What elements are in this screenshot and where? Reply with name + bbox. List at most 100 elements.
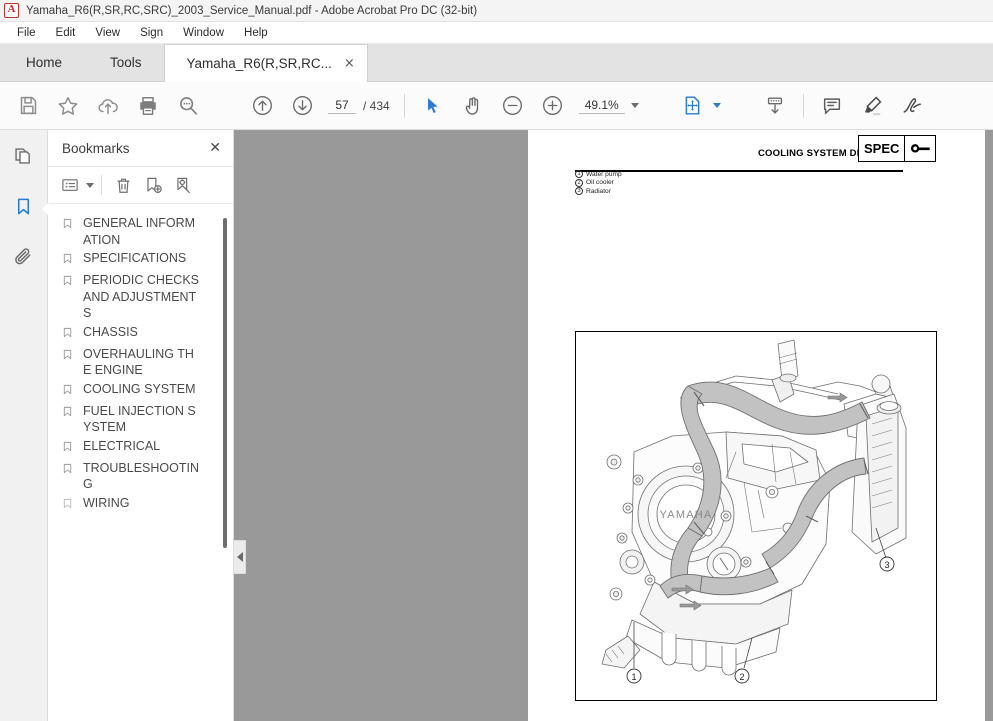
menu-item-file[interactable]: File bbox=[7, 25, 46, 41]
bookmark-options-chevron-down-icon[interactable] bbox=[86, 182, 94, 188]
bookmark-label: FUEL INJECTION SYSTEM bbox=[83, 403, 196, 435]
bookmark-label: OVERHAULING THE ENGINE bbox=[83, 346, 194, 378]
fit-page-button[interactable] bbox=[673, 86, 713, 126]
delete-bookmark-button[interactable] bbox=[109, 171, 137, 199]
bookmark-item-fuel-injection-system[interactable]: FUEL INJECTION SYSTEM bbox=[48, 402, 233, 437]
legend-text: Oil cooler bbox=[586, 179, 614, 187]
collapse-panel-button[interactable] bbox=[234, 540, 246, 574]
bookmarks-toolbar bbox=[48, 166, 233, 204]
legend-number: 3 bbox=[575, 187, 583, 196]
chevron-down-icon[interactable] bbox=[630, 103, 639, 108]
menu-item-edit[interactable]: Edit bbox=[46, 25, 86, 41]
bookmark-flag-icon bbox=[62, 252, 75, 270]
menu-item-view[interactable]: View bbox=[85, 25, 130, 41]
bookmarks-scrollbar[interactable] bbox=[221, 210, 229, 721]
close-icon[interactable]: × bbox=[344, 57, 355, 70]
bookmarks-header: Bookmarks ✕ bbox=[48, 130, 233, 166]
callout-2: 2 bbox=[739, 672, 744, 682]
bookmark-label: TROUBLESHOOTING bbox=[83, 460, 199, 492]
select-tool-button[interactable] bbox=[413, 86, 453, 126]
bookmark-flag-icon bbox=[62, 274, 75, 292]
menu-item-window[interactable]: Window bbox=[173, 25, 234, 41]
bookmark-options-button[interactable] bbox=[56, 171, 84, 199]
window-title: Yamaha_R6(R,SR,RC,SRC)_2003_Service_Manu… bbox=[26, 4, 478, 17]
bookmark-item-periodic-checks-and-adjustments[interactable]: PERIODIC CHECKS AND ADJUSTMENTS bbox=[48, 271, 233, 323]
sign-button[interactable] bbox=[892, 86, 932, 126]
tab-tools[interactable]: Tools bbox=[88, 43, 164, 81]
bookmark-item-cooling-system[interactable]: COOLING SYSTEM bbox=[48, 380, 233, 402]
menu-bar: File Edit View Sign Window Help bbox=[0, 22, 993, 44]
page-thumbnails-button[interactable] bbox=[7, 142, 41, 176]
title-bar: Yamaha_R6(R,SR,RC,SRC)_2003_Service_Manu… bbox=[0, 0, 993, 22]
page-number-input[interactable] bbox=[328, 97, 356, 114]
bookmarks-icon bbox=[14, 196, 33, 222]
bookmark-item-wiring[interactable]: WIRING bbox=[48, 494, 233, 516]
fit-page-chevron-down-icon[interactable] bbox=[712, 103, 721, 108]
bookmark-label: SPECIFICATIONS bbox=[83, 251, 187, 265]
bookmarks-title: Bookmarks bbox=[62, 140, 130, 156]
zoom-level-input[interactable] bbox=[578, 97, 625, 114]
tab-home[interactable]: Home bbox=[0, 43, 88, 81]
cooling-system-engine-diagram: YAMAHA 1 2 3 bbox=[575, 331, 937, 701]
bookmarks-panel: Bookmarks ✕ GENERAL INFORMATION SPECIFIC… bbox=[48, 130, 234, 721]
page-thumbnails-icon bbox=[13, 146, 34, 172]
bookmarks-scrollbar-thumb[interactable] bbox=[223, 218, 227, 548]
tab-document[interactable]: Yamaha_R6(R,SR,RC... × bbox=[163, 44, 368, 82]
bookmark-label: WIRING bbox=[83, 495, 130, 510]
upload-cloud-button[interactable] bbox=[88, 86, 128, 126]
navigation-rail bbox=[0, 130, 49, 721]
close-icon[interactable]: ✕ bbox=[209, 140, 221, 156]
save-button[interactable] bbox=[8, 86, 48, 126]
main-toolbar: / 434 bbox=[0, 82, 993, 130]
bookmarks-list[interactable]: GENERAL INFORMATION SPECIFICATIONS PERIO… bbox=[48, 204, 233, 721]
previous-page-button[interactable] bbox=[242, 86, 282, 126]
tab-tools-label: Tools bbox=[110, 54, 142, 70]
menu-item-sign[interactable]: Sign bbox=[130, 25, 173, 41]
legend-number: 2 bbox=[575, 178, 583, 187]
bookmark-item-troubleshooting[interactable]: TROUBLESHOOTING bbox=[48, 459, 233, 494]
workspace: Bookmarks ✕ GENERAL INFORMATION SPECIFIC… bbox=[0, 130, 993, 721]
page-navigation: / 434 bbox=[328, 97, 390, 114]
print-button[interactable] bbox=[128, 86, 168, 126]
pdf-page: COOLING SYSTEM DIAGRAMS SPEC 1 Water pum… bbox=[528, 130, 985, 721]
tab-strip: Home Tools Yamaha_R6(R,SR,RC... × bbox=[0, 44, 993, 82]
tab-document-label: Yamaha_R6(R,SR,RC... bbox=[186, 56, 332, 71]
search-button[interactable] bbox=[168, 86, 208, 126]
bookmark-item-specifications[interactable]: SPECIFICATIONS bbox=[48, 249, 233, 271]
acrobat-icon bbox=[4, 3, 19, 18]
scroll-mode-button[interactable] bbox=[755, 86, 795, 126]
zoom-out-button[interactable] bbox=[493, 86, 533, 126]
legend-item: 1 Water pump bbox=[575, 170, 622, 179]
bookmark-item-chassis[interactable]: CHASSIS bbox=[48, 323, 233, 345]
bookmark-flag-icon bbox=[62, 405, 75, 423]
spec-label: SPEC bbox=[864, 141, 900, 156]
bookmark-item-general-information[interactable]: GENERAL INFORMATION bbox=[48, 214, 233, 249]
legend-item: 2 Oil cooler bbox=[575, 178, 622, 188]
bookmarks-toolbar-divider bbox=[101, 175, 102, 195]
bookmark-flag-icon bbox=[62, 326, 75, 344]
bookmark-item-overhauling-the-engine[interactable]: OVERHAULING THE ENGINE bbox=[48, 345, 233, 380]
bookmark-item-electrical[interactable]: ELECTRICAL bbox=[48, 437, 233, 459]
bookmarks-button[interactable] bbox=[7, 192, 49, 226]
hand-tool-button[interactable] bbox=[453, 86, 493, 126]
legend-number: 1 bbox=[575, 170, 583, 179]
bookmark-flag-icon bbox=[62, 217, 75, 235]
zoom-in-button[interactable] bbox=[533, 86, 573, 126]
yamaha-brand-text: YAMAHA bbox=[660, 509, 713, 521]
tab-home-label: Home bbox=[26, 54, 63, 70]
bookmark-flag-icon bbox=[62, 348, 75, 366]
highlight-button[interactable] bbox=[852, 86, 892, 126]
edit-bookmark-button[interactable] bbox=[169, 171, 197, 199]
next-page-button[interactable] bbox=[282, 86, 322, 126]
bookmark-flag-icon bbox=[62, 440, 75, 458]
toolbar-divider-1 bbox=[403, 93, 405, 118]
legend-text: Radiator bbox=[586, 187, 611, 195]
comment-button[interactable] bbox=[812, 86, 852, 126]
header-rule bbox=[575, 170, 903, 172]
new-bookmark-button[interactable] bbox=[139, 171, 167, 199]
menu-item-help[interactable]: Help bbox=[234, 25, 278, 41]
add-to-favorites-button[interactable] bbox=[48, 86, 88, 126]
document-viewer[interactable]: COOLING SYSTEM DIAGRAMS SPEC 1 Water pum… bbox=[234, 130, 993, 721]
attachments-button[interactable] bbox=[7, 242, 41, 276]
zoom-control bbox=[578, 97, 639, 114]
